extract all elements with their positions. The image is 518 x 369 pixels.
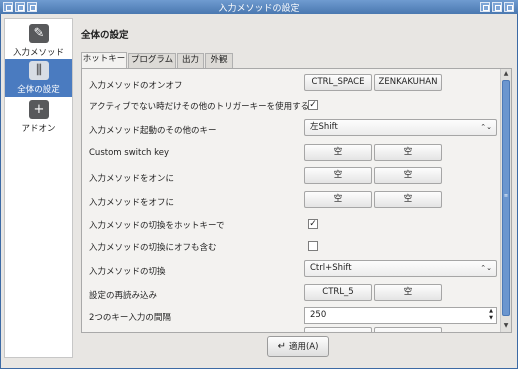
sidebar-item-label: アドオン	[21, 124, 56, 134]
sidebar-item-label: 入力メソッド	[12, 48, 64, 58]
vertical-scrollbar[interactable]: ▲ ≡ ▼	[500, 69, 511, 332]
row-label-switch-by-hotkey: 入力メソッドの切換をホットキーで	[89, 221, 225, 231]
row-label-im-off: 入力メソッドをオフに	[89, 198, 175, 208]
combo-value: Ctrl+Shift	[310, 263, 352, 273]
reload-config-key1-button[interactable]: CTRL_5	[304, 284, 372, 301]
apply-button-label: 適用(A)	[288, 342, 319, 352]
row-label-im-on: 入力メソッドをオンに	[89, 174, 175, 184]
close-button[interactable]	[504, 2, 514, 12]
sidebar-item-label: 全体の設定	[17, 85, 60, 95]
row-label-custom-switch: Custom switch key	[89, 148, 169, 158]
chevron-updown-icon: ⌃⌄	[480, 123, 492, 131]
sliders-icon: ⫼	[29, 61, 49, 80]
spinbox-value: 250	[310, 310, 327, 320]
scroll-down-icon[interactable]: ▼	[501, 321, 511, 331]
page-title: 全体の設定	[81, 30, 129, 41]
row-label-im-switch: 入力メソッドの切換	[89, 267, 166, 277]
reload-config-key2-button[interactable]: 空	[374, 284, 442, 301]
window-title: 入力メソッドの設定	[218, 4, 300, 14]
row-label-reload-config: 設定の再読み込み	[89, 291, 158, 301]
activate-other-key-combo[interactable]: 左Shift ⌃⌄	[304, 119, 497, 136]
tab-appearance[interactable]: 外観	[205, 53, 233, 68]
row-label-im-toggle: 入力メソッドのオンオフ	[89, 81, 183, 91]
row-label-activate-other-key: 入力メソッド起動のその他のキー	[89, 126, 217, 136]
hotkey-panel: 入力メソッドのオンオフ CTRL_SPACE ZENKAKUHAN アクティブで…	[81, 68, 512, 333]
maximize-button[interactable]	[492, 2, 502, 12]
row-label-switch-include-off: 入力メソッドの切換にオフも含む	[89, 243, 217, 253]
im-toggle-key2-button[interactable]: ZENKAKUHAN	[374, 74, 442, 91]
row-label-other-trigger: アクティブでない時だけその他のトリガーキーを使用する	[89, 102, 310, 112]
minimize-button[interactable]	[480, 2, 490, 12]
next-row-key1-button[interactable]	[304, 327, 372, 332]
im-on-key2-button[interactable]: 空	[374, 167, 442, 184]
im-off-key1-button[interactable]: 空	[304, 191, 372, 208]
scroll-up-icon[interactable]: ▲	[501, 69, 511, 79]
tab-programs[interactable]: プログラム	[128, 53, 176, 68]
im-switch-combo[interactable]: Ctrl+Shift ⌃⌄	[304, 260, 497, 277]
sidebar-item-global-settings[interactable]: ⫼ 全体の設定	[5, 59, 72, 97]
next-row-key2-button[interactable]	[374, 327, 442, 332]
im-off-key2-button[interactable]: 空	[374, 191, 442, 208]
combo-value: 左Shift	[310, 122, 338, 132]
spin-arrows-icon[interactable]: ▲ ▼	[489, 308, 493, 322]
custom-switch-key2-button[interactable]: 空	[374, 144, 442, 161]
return-arrow-icon: ↵	[277, 341, 286, 352]
scrollbar-thumb[interactable]: ≡	[502, 80, 510, 316]
sidebar-item-input-method[interactable]: ✎ 入力メソッド	[5, 22, 72, 60]
im-on-key1-button[interactable]: 空	[304, 167, 372, 184]
grip-icon: ≡	[503, 193, 509, 199]
switch-by-hotkey-checkbox[interactable]: ✓	[308, 219, 318, 229]
chevron-updown-icon: ⌃⌄	[480, 264, 492, 272]
tab-hotkeys[interactable]: ホットキー	[81, 52, 127, 69]
title-bar: 入力メソッドの設定	[0, 0, 518, 14]
sidebar: ✎ 入力メソッド ⫼ 全体の設定 + アドオン	[4, 18, 73, 358]
other-trigger-checkbox[interactable]: ✓	[308, 100, 318, 110]
tab-output[interactable]: 出力	[177, 53, 204, 68]
plus-icon: +	[29, 100, 49, 119]
im-toggle-key1-button[interactable]: CTRL_SPACE	[304, 74, 372, 91]
row-label-key-interval: 2つのキー入力の間隔	[89, 313, 171, 323]
custom-switch-key1-button[interactable]: 空	[304, 144, 372, 161]
settings-window: ✎ 入力メソッド ⫼ 全体の設定 + アドオン 全体の設定 ホットキー プログラ…	[0, 14, 518, 369]
pencil-icon: ✎	[29, 24, 49, 43]
switch-include-off-checkbox[interactable]	[308, 241, 318, 251]
key-interval-spinbox[interactable]: 250 ▲ ▼	[304, 307, 497, 324]
sidebar-item-addons[interactable]: + アドオン	[5, 98, 72, 136]
apply-button[interactable]: ↵ 適用(A)	[267, 336, 329, 357]
